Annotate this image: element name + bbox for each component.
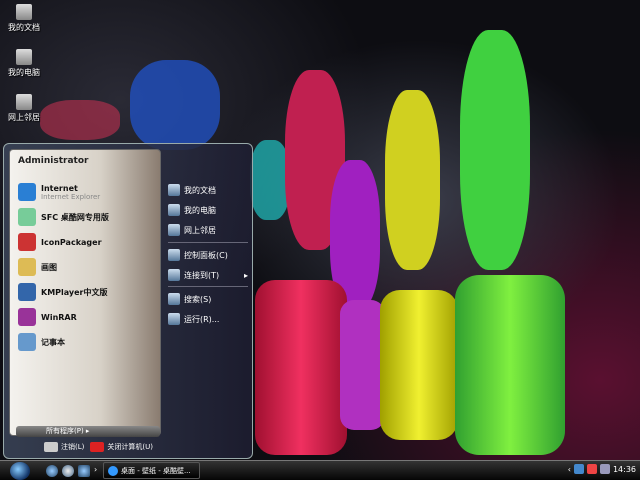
volume-tray-icon[interactable] (599, 464, 610, 474)
paint-icon (18, 258, 36, 276)
computer-icon (16, 49, 32, 65)
winrar-icon (18, 308, 36, 326)
internet-explorer-icon (108, 465, 118, 476)
lock-icon (44, 442, 58, 452)
program-label: SFC 桌酷网专用版 (41, 212, 109, 222)
desktop-icon-documents[interactable]: 我的文档 (4, 4, 44, 33)
tray-expand-icon[interactable]: ‹ (568, 465, 571, 474)
program-item[interactable]: WinRAR (18, 306, 77, 328)
network-icon (16, 94, 32, 110)
logoff-button[interactable]: 注销(L) (44, 442, 84, 452)
system-tray: ‹ 14:36 (568, 464, 636, 474)
all-programs-button[interactable]: 所有程序(P) ▸ (16, 426, 160, 437)
network-tray-icon[interactable] (573, 464, 584, 474)
ie-quicklaunch-icon[interactable] (46, 465, 58, 477)
place-item[interactable]: 搜索(S) (168, 291, 248, 307)
clock[interactable]: 14:36 (613, 465, 636, 474)
user-name: Administrator (18, 156, 89, 166)
divider (168, 242, 248, 243)
desktop-icon-network[interactable]: 网上邻居 (4, 94, 44, 123)
start-menu: Administrator Internet Internet Explorer S… (3, 143, 253, 459)
program-sublabel: Internet Explorer (41, 192, 101, 201)
program-item[interactable]: KMPlayer中文版 (18, 281, 108, 303)
place-item[interactable]: 我的文档 (168, 182, 248, 198)
taskbar-button-ie[interactable]: 桌面 - 壁纸 - 桌酷壁... (103, 462, 200, 479)
start-button[interactable] (10, 462, 30, 480)
notepad-icon (18, 333, 36, 351)
shutdown-button[interactable]: 关闭计算机(U) (90, 442, 153, 452)
place-item[interactable]: 控制面板(C) (168, 247, 248, 263)
program-label: 画图 (41, 262, 57, 272)
program-label: WinRAR (41, 312, 77, 322)
run-icon (168, 313, 180, 325)
program-item[interactable]: 记事本 (18, 331, 65, 353)
program-item[interactable]: Internet Internet Explorer (18, 181, 100, 203)
documents-icon (16, 4, 32, 20)
network-icon (168, 224, 180, 236)
divider (168, 286, 248, 287)
place-item[interactable]: 网上邻居 (168, 222, 248, 238)
media-quicklaunch-icon[interactable] (62, 465, 74, 477)
computer-icon (168, 204, 180, 216)
security-tray-icon[interactable] (586, 464, 597, 474)
iconpackager-icon (18, 233, 36, 251)
place-item[interactable]: 运行(R)... (168, 311, 248, 327)
desktop-icon-computer[interactable]: 我的电脑 (4, 49, 44, 78)
program-label: 记事本 (41, 337, 65, 347)
search-icon (168, 293, 180, 305)
kmplayer-icon (18, 283, 36, 301)
taskbar: › 桌面 - 壁纸 - 桌酷壁... ‹ 14:36 (0, 460, 640, 480)
internet-explorer-icon (18, 183, 36, 201)
sfc-icon (18, 208, 36, 226)
place-item[interactable]: 我的电脑 (168, 202, 248, 218)
program-label: Internet (41, 183, 78, 193)
program-label: KMPlayer中文版 (41, 287, 108, 297)
program-item[interactable]: IconPackager (18, 231, 102, 253)
program-item[interactable]: 画图 (18, 256, 57, 278)
submenu-arrow-icon: ▸ (243, 270, 248, 280)
start-menu-programs-pane: Administrator Internet Internet Explorer S… (9, 149, 161, 437)
control-panel-icon (168, 249, 180, 261)
documents-icon (168, 184, 180, 196)
connect-icon (168, 269, 180, 281)
program-label: IconPackager (41, 237, 102, 247)
place-item[interactable]: 连接到(T) ▸ (168, 267, 248, 283)
program-item[interactable]: SFC 桌酷网专用版 (18, 206, 109, 228)
power-icon (90, 442, 105, 452)
desktop-quicklaunch-icon[interactable] (78, 465, 90, 477)
quicklaunch-chevron[interactable]: › (94, 465, 97, 474)
